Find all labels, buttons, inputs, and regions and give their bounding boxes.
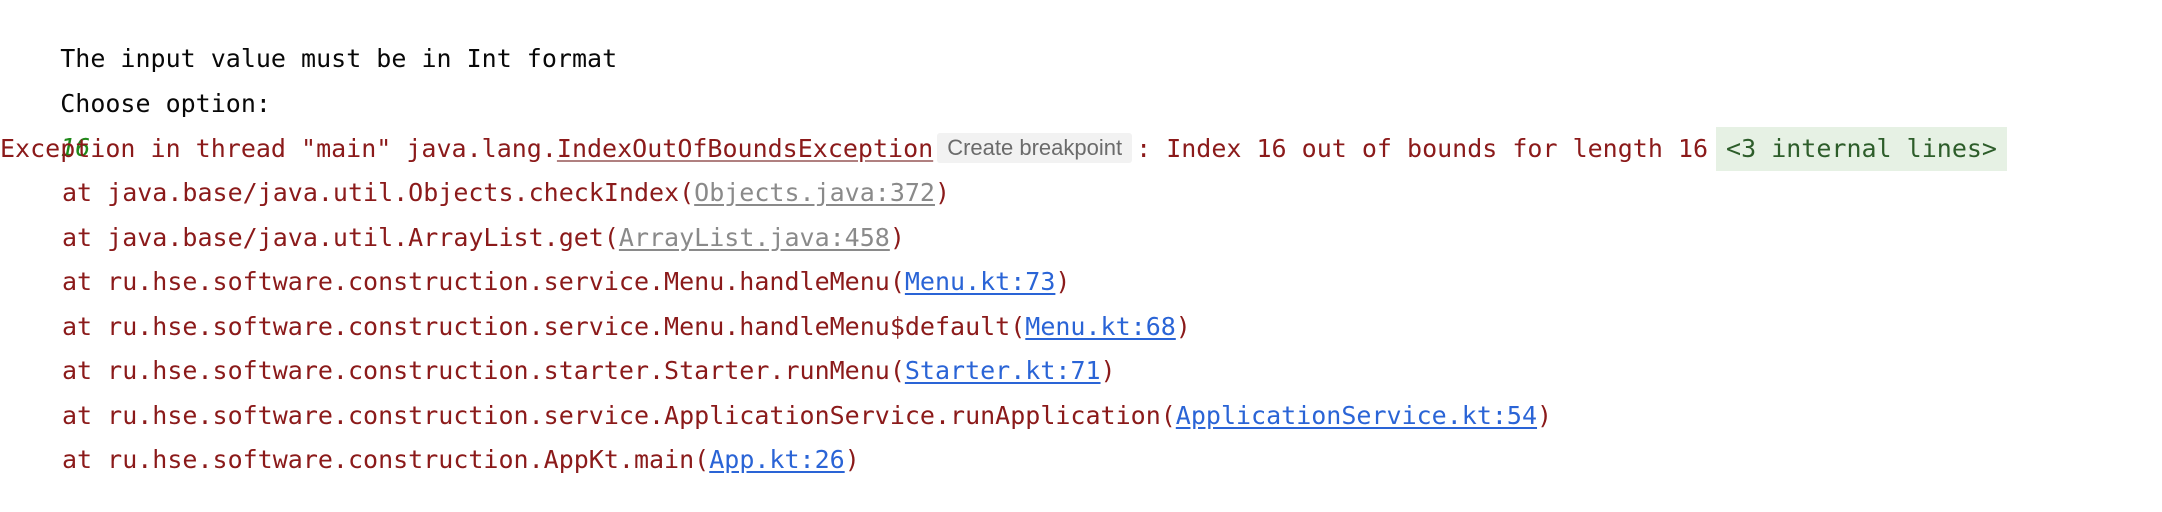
stack-frame-suffix: ) (844, 445, 860, 474)
console-line-prompt: Choose option: (0, 38, 271, 118)
stack-frame: at ru.hse.software.construction.starter.… (0, 349, 1116, 393)
stack-frame: at java.base/java.util.ArrayList.get(Arr… (0, 216, 905, 260)
stack-frame-link[interactable]: ArrayList.java:458 (619, 223, 890, 252)
exception-prefix: Exception in thread "main" java.lang. (0, 134, 557, 163)
stack-frame: at java.base/java.util.Objects.checkInde… (0, 171, 950, 215)
stack-frame-text: at java.base/java.util.ArrayList.get( (62, 223, 619, 252)
stack-frame-suffix: ) (889, 223, 905, 252)
choose-option-prompt: Choose option: (60, 89, 271, 118)
stack-frame-suffix: ) (1055, 267, 1071, 296)
stack-frame-text: at ru.hse.software.construction.starter.… (62, 356, 905, 385)
stack-frame-text: at java.base/java.util.Objects.checkInde… (62, 178, 695, 207)
stack-frame-text: at ru.hse.software.construction.AppKt.ma… (62, 445, 710, 474)
stack-frame: at ru.hse.software.construction.service.… (0, 305, 1191, 349)
stack-frame-text: at ru.hse.software.construction.service.… (62, 312, 1026, 341)
stack-frame: at ru.hse.software.construction.AppKt.ma… (0, 438, 860, 482)
stack-frame-text: at ru.hse.software.construction.service.… (62, 401, 1176, 430)
exception-message: : Index 16 out of bounds for length 16 (1136, 134, 1709, 163)
stack-frame: at ru.hse.software.construction.service.… (0, 394, 1552, 438)
stack-frame-link[interactable]: Menu.kt:73 (905, 267, 1056, 296)
stack-frame: at ru.hse.software.construction.service.… (0, 260, 1070, 304)
exception-header: Exception in thread "main" java.lang.Ind… (0, 127, 2007, 171)
stack-frame-link[interactable]: App.kt:26 (709, 445, 844, 474)
internal-lines-fold[interactable]: <3 internal lines> (1716, 127, 2007, 171)
stack-frame-link[interactable]: Objects.java:372 (694, 178, 935, 207)
console-output: The input value must be in Int format Ch… (0, 0, 2162, 512)
create-breakpoint-button[interactable]: Create breakpoint (937, 133, 1133, 163)
stack-frame-suffix: ) (1537, 401, 1553, 430)
stack-frame-suffix: ) (1100, 356, 1116, 385)
stack-frame-link[interactable]: ApplicationService.kt:54 (1176, 401, 1537, 430)
console-line-user-input: 16 (0, 82, 90, 162)
stack-frame-link[interactable]: Menu.kt:68 (1025, 312, 1176, 341)
stack-frame-text: at ru.hse.software.construction.service.… (62, 267, 905, 296)
exception-class-link[interactable]: IndexOutOfBoundsException (557, 134, 933, 163)
console-line-format-warning: The input value must be in Int format (0, 0, 617, 73)
stack-frame-link[interactable]: Starter.kt:71 (905, 356, 1101, 385)
stack-frame-suffix: ) (934, 178, 951, 207)
stack-frame-suffix: ) (1175, 312, 1191, 341)
